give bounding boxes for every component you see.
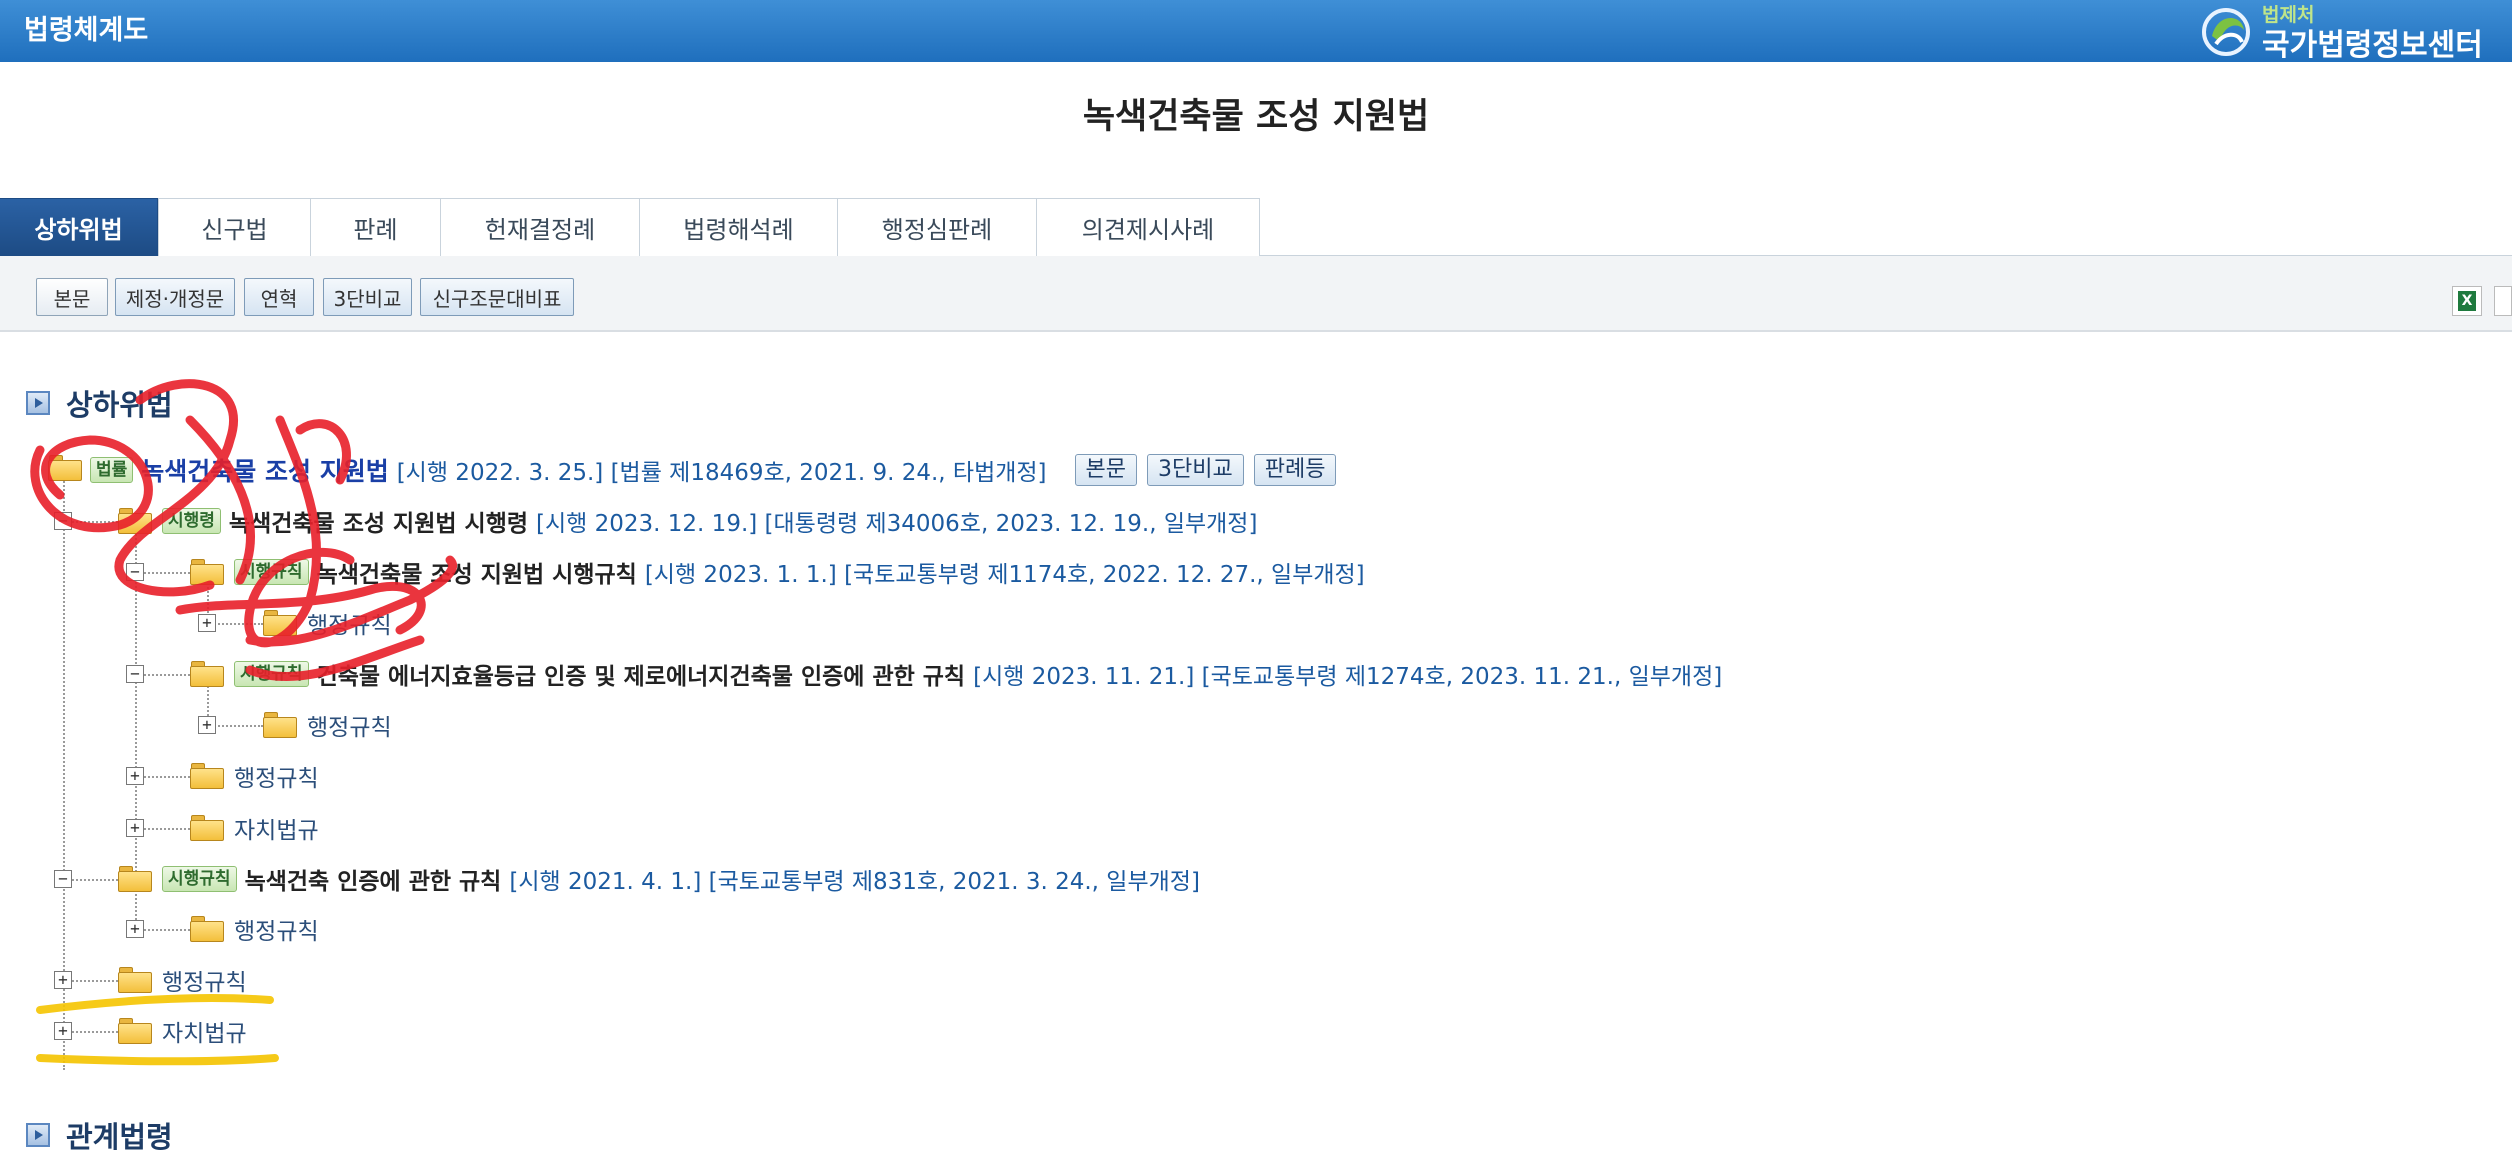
folder-icon bbox=[118, 508, 152, 534]
section-bullet-icon bbox=[26, 1123, 50, 1147]
tab-old-new-law[interactable]: 신구법 bbox=[158, 198, 311, 256]
law-tree bbox=[0, 440, 2512, 1100]
section-related-laws: 관계법령 bbox=[26, 1114, 173, 1156]
tree-rule-2-admin-rules[interactable]: 행정규칙 bbox=[307, 707, 392, 743]
tab-precedents[interactable]: 판례 bbox=[311, 198, 441, 256]
law-name[interactable]: 녹색건축물 조성 지원법 시행령 bbox=[229, 504, 528, 538]
brand-swirl-icon bbox=[2202, 8, 2250, 56]
root-three-way-button[interactable]: 3단비교 bbox=[1147, 454, 1244, 486]
tab-law-interpretations[interactable]: 법령해석례 bbox=[640, 198, 838, 256]
collapse-toggle-icon[interactable]: − bbox=[54, 870, 72, 888]
folder-icon bbox=[190, 916, 224, 942]
print-icon[interactable] bbox=[2494, 286, 2512, 316]
tab-opinion-cases[interactable]: 의견제시사례 bbox=[1037, 198, 1260, 256]
node-label[interactable]: 자치법규 bbox=[234, 811, 319, 845]
expand-toggle-icon[interactable]: + bbox=[126, 819, 144, 837]
tab-upper-lower-law[interactable]: 상하위법 bbox=[0, 198, 158, 256]
folder-icon bbox=[190, 661, 224, 687]
tree-rule-1[interactable]: 시행규칙 녹색건축물 조성 지원법 시행규칙 [시행 2023. 1. 1.] … bbox=[234, 554, 1365, 590]
node-label[interactable]: 행정규칙 bbox=[234, 912, 319, 946]
folder-icon bbox=[190, 763, 224, 789]
law-meta: [시행 2023. 1. 1.] [국토교통부령 제1174호, 2022. 1… bbox=[644, 562, 1365, 588]
folder-icon bbox=[190, 815, 224, 841]
enactment-amendment-button[interactable]: 제정·개정문 bbox=[115, 278, 235, 316]
node-label[interactable]: 행정규칙 bbox=[307, 708, 392, 742]
folder-icon bbox=[263, 712, 297, 738]
root-precedents-button[interactable]: 판례등 bbox=[1253, 454, 1337, 486]
tab-constitutional-decisions[interactable]: 헌재결정례 bbox=[441, 198, 640, 256]
section-title: 관계법령 bbox=[66, 1120, 173, 1154]
law-type-badge: 법률 bbox=[90, 457, 134, 483]
old-new-comparison-button[interactable]: 신구조문대비표 bbox=[420, 278, 574, 316]
folder-icon bbox=[118, 967, 152, 993]
node-label[interactable]: 행정규칙 bbox=[307, 606, 392, 640]
section-upper-lower-law: 상하위법 bbox=[26, 382, 173, 424]
law-name[interactable]: 녹색건축물 조성 지원법 시행규칙 bbox=[317, 555, 637, 589]
collapse-toggle-icon[interactable]: − bbox=[126, 665, 144, 683]
expand-toggle-icon[interactable]: + bbox=[126, 767, 144, 785]
root-folder-icon bbox=[48, 455, 82, 481]
law-meta: [시행 2022. 3. 25.] [법률 제18469호, 2021. 9. … bbox=[396, 460, 1047, 486]
law-name[interactable]: 녹색건축 인증에 관한 규칙 bbox=[245, 862, 502, 896]
expand-toggle-icon[interactable]: + bbox=[54, 1022, 72, 1040]
law-type-badge: 시행규칙 bbox=[162, 866, 237, 892]
law-meta: [시행 2021. 4. 1.] [국토교통부령 제831호, 2021. 3.… bbox=[509, 869, 1200, 895]
law-meta: [시행 2023. 11. 21.] [국토교통부령 제1274호, 2023.… bbox=[973, 664, 1723, 690]
tree-rule-1-admin-rules[interactable]: 행정규칙 bbox=[307, 605, 392, 641]
expand-toggle-icon[interactable]: + bbox=[54, 971, 72, 989]
law-type-badge: 시행규칙 bbox=[234, 559, 309, 585]
collapse-toggle-icon[interactable]: − bbox=[54, 512, 72, 530]
three-way-compare-button[interactable]: 3단비교 bbox=[323, 278, 412, 316]
expand-toggle-icon[interactable]: + bbox=[126, 920, 144, 938]
law-type-badge: 시행규칙 bbox=[234, 661, 309, 687]
tree-root-admin-rules[interactable]: 행정규칙 bbox=[162, 962, 247, 998]
law-type-badge: 시행령 bbox=[162, 508, 221, 534]
law-name[interactable]: 녹색건축물 조성 지원법 bbox=[141, 452, 388, 488]
tree-decree-admin-rules[interactable]: 행정규칙 bbox=[234, 758, 319, 794]
tree-rule-2[interactable]: 시행규칙 건축물 에너지효율등급 인증 및 제로에너지건축물 인증에 관한 규칙… bbox=[234, 656, 1722, 692]
section-title: 상하위법 bbox=[66, 388, 173, 422]
brand-main-label: 국가법령정보센터 bbox=[2262, 28, 2483, 63]
excel-icon[interactable]: X bbox=[2452, 286, 2482, 316]
folder-icon bbox=[263, 610, 297, 636]
tab-admin-appeals[interactable]: 행정심판례 bbox=[838, 198, 1037, 256]
top-bar: 법령체계도 법제처 국가법령정보센터 bbox=[0, 0, 2512, 63]
tree-root-local-laws[interactable]: 자치법규 bbox=[162, 1013, 247, 1049]
tree-decree[interactable]: 시행령 녹색건축물 조성 지원법 시행령 [시행 2023. 12. 19.] … bbox=[162, 503, 1257, 539]
tree-root-law[interactable]: 법률 녹색건축물 조성 지원법 [시행 2022. 3. 25.] [법률 제1… bbox=[90, 452, 1337, 488]
root-body-button[interactable]: 본문 bbox=[1074, 454, 1138, 486]
expand-toggle-icon[interactable]: + bbox=[198, 716, 216, 734]
toolbar: 본문 제정·개정문 연혁 3단비교 신구조문대비표 bbox=[0, 256, 2512, 332]
law-meta: [시행 2023. 12. 19.] [대통령령 제34006호, 2023. … bbox=[536, 511, 1258, 537]
folder-icon bbox=[118, 1018, 152, 1044]
tree-rule-3[interactable]: 시행규칙 녹색건축 인증에 관한 규칙 [시행 2021. 4. 1.] [국토… bbox=[162, 861, 1200, 897]
folder-icon bbox=[190, 559, 224, 585]
tree-rule-3-admin-rules[interactable]: 행정규칙 bbox=[234, 911, 319, 947]
node-label[interactable]: 자치법규 bbox=[162, 1014, 247, 1048]
node-label[interactable]: 행정규칙 bbox=[162, 963, 247, 997]
history-button[interactable]: 연혁 bbox=[244, 278, 314, 316]
tree-decree-local-laws[interactable]: 자치법규 bbox=[234, 810, 319, 846]
node-label[interactable]: 행정규칙 bbox=[234, 759, 319, 793]
app-title: 법령체계도 bbox=[24, 15, 149, 46]
collapse-toggle-icon[interactable]: − bbox=[126, 563, 144, 581]
law-name[interactable]: 건축물 에너지효율등급 인증 및 제로에너지건축물 인증에 관한 규칙 bbox=[317, 657, 966, 691]
section-bullet-icon bbox=[26, 391, 50, 415]
tab-bar: 상하위법 신구법 판례 헌재결정례 법령해석례 행정심판례 의견제시사례 bbox=[0, 198, 2512, 256]
folder-icon bbox=[118, 866, 152, 892]
brand-logo[interactable]: 법제처 국가법령정보센터 bbox=[2198, 0, 2488, 63]
page-title: 녹색건축물 조성 지원법 bbox=[1082, 97, 1430, 137]
expand-toggle-icon[interactable]: + bbox=[198, 614, 216, 632]
body-text-button[interactable]: 본문 bbox=[36, 278, 108, 316]
